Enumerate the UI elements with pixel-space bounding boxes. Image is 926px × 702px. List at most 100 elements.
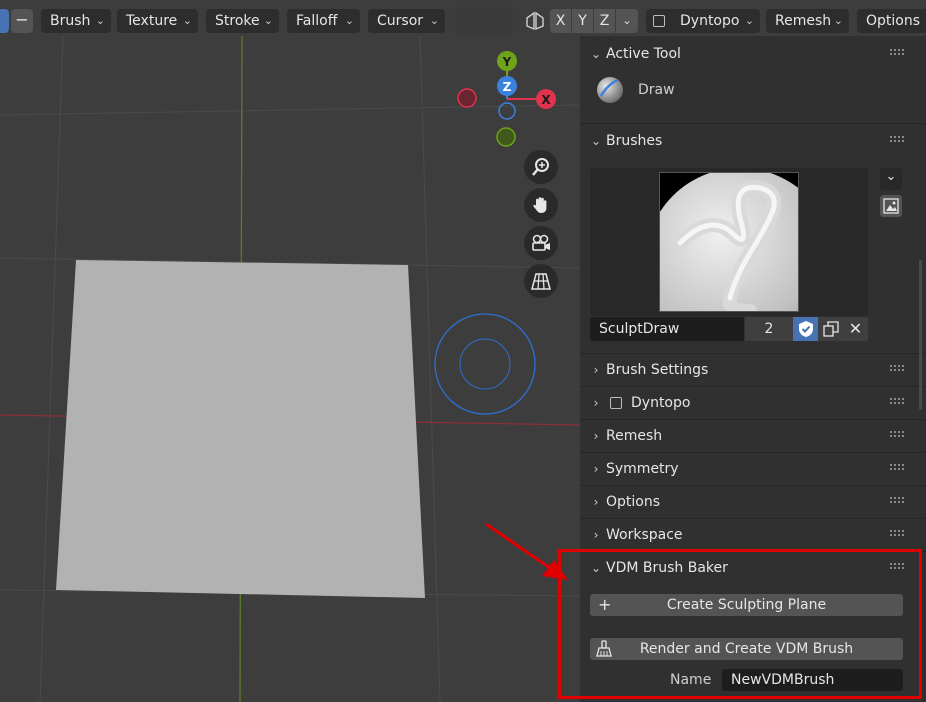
active-tool-panel-header[interactable]: ⌄ Active Tool bbox=[580, 38, 926, 71]
close-icon: ✕ bbox=[848, 319, 863, 338]
neg-x-axis-ball bbox=[457, 88, 477, 108]
brush-thumbnail[interactable] bbox=[645, 168, 835, 358]
camera-view-button[interactable] bbox=[524, 226, 558, 260]
options-panel-title: Options bbox=[606, 494, 661, 510]
brush-settings-title: Brush Settings bbox=[606, 362, 709, 378]
dyntopo-panel-checkbox[interactable] bbox=[610, 397, 622, 409]
drag-grip-icon[interactable] bbox=[890, 136, 906, 146]
duplicate-brush-button[interactable] bbox=[818, 317, 843, 341]
sidebar-scrollbar[interactable] bbox=[919, 260, 922, 410]
unlink-brush-button[interactable]: ✕ bbox=[843, 317, 868, 341]
perspective-toggle-button[interactable] bbox=[524, 264, 558, 298]
brush-thumbnail-image bbox=[645, 168, 835, 358]
render-create-vdm-brush-button[interactable]: Render and Create VDM Brush bbox=[590, 638, 903, 660]
drag-grip-icon[interactable] bbox=[890, 530, 906, 540]
create-sculpting-plane-button[interactable]: + Create Sculpting Plane bbox=[590, 594, 903, 616]
stroke-menu-label: Stroke bbox=[215, 13, 260, 29]
chevron-down-icon: ⌄ bbox=[885, 169, 897, 184]
symmetry-icon[interactable] bbox=[524, 10, 546, 32]
zoom-button[interactable] bbox=[524, 150, 558, 184]
brush-menu-label: Brush bbox=[50, 13, 91, 29]
drag-grip-icon[interactable] bbox=[890, 497, 906, 507]
brush-menu[interactable]: Brush ⌄ bbox=[41, 9, 111, 33]
stroke-menu[interactable]: Stroke ⌄ bbox=[206, 9, 279, 33]
cursor-menu-label: Cursor bbox=[377, 13, 424, 29]
symmetry-y-toggle[interactable]: Y bbox=[572, 9, 593, 33]
hand-icon bbox=[533, 197, 547, 213]
sculpting-plane bbox=[56, 260, 425, 598]
dyntopo-panel-title: Dyntopo bbox=[631, 395, 691, 411]
chevron-down-icon: ⌄ bbox=[590, 134, 602, 148]
mode-button-partial[interactable] bbox=[0, 9, 9, 33]
neg-y-axis-ball bbox=[496, 127, 516, 147]
symmetry-panel-header[interactable]: › Symmetry bbox=[580, 453, 926, 486]
create-sculpting-plane-label: Create Sculpting Plane bbox=[666, 597, 827, 613]
brush-settings-panel-header[interactable]: › Brush Settings bbox=[580, 354, 926, 387]
properties-sidebar: ⌄ Active Tool Draw ⌄ Brushes SculptDraw … bbox=[580, 36, 926, 702]
brushes-panel-header[interactable]: ⌄ Brushes bbox=[580, 125, 926, 158]
chevron-right-icon: › bbox=[593, 363, 599, 377]
brush-cursor-inner bbox=[459, 338, 511, 390]
draw-tool-icon[interactable] bbox=[596, 76, 624, 104]
neg-z-axis-ball bbox=[498, 102, 516, 120]
brush-specials-dropdown[interactable]: ⌄ bbox=[880, 168, 902, 190]
navigation-gizmo[interactable]: Y Z X bbox=[450, 48, 560, 148]
dyntopo-toggle[interactable]: Dyntopo ⌄ bbox=[646, 9, 760, 33]
chevron-right-icon: › bbox=[593, 396, 599, 410]
fake-user-button[interactable] bbox=[793, 317, 818, 341]
remesh-menu[interactable]: Remesh ⌄ bbox=[766, 9, 849, 33]
symmetry-dropdown[interactable]: ⌄ bbox=[616, 9, 638, 33]
dyntopo-panel-header[interactable]: › Dyntopo bbox=[580, 387, 926, 420]
texture-menu[interactable]: Texture ⌄ bbox=[117, 9, 198, 33]
falloff-menu-label: Falloff bbox=[296, 13, 338, 29]
options-menu[interactable]: Options bbox=[857, 9, 926, 33]
chevron-down-icon: ⌄ bbox=[182, 14, 192, 27]
3d-viewport[interactable]: Y Z X bbox=[0, 0, 580, 702]
drag-grip-icon[interactable] bbox=[890, 563, 906, 573]
workspace-panel-header[interactable]: › Workspace bbox=[580, 519, 926, 552]
chevron-down-icon: ⌄ bbox=[344, 14, 354, 27]
options-menu-label: Options bbox=[866, 13, 921, 29]
divider bbox=[580, 123, 926, 124]
pan-button[interactable] bbox=[524, 188, 558, 222]
zoom-icon bbox=[532, 158, 549, 176]
symmetry-z-toggle[interactable]: Z bbox=[594, 9, 615, 33]
brush-preview-area[interactable] bbox=[590, 168, 868, 358]
options-panel-header[interactable]: › Options bbox=[580, 486, 926, 519]
dyntopo-checkbox[interactable] bbox=[653, 15, 665, 27]
vdm-brush-name-field[interactable]: NewVDMBrush bbox=[722, 669, 903, 691]
brush-custom-icon-button[interactable] bbox=[880, 195, 902, 217]
brush-name-field[interactable]: SculptDraw bbox=[590, 317, 744, 341]
drag-grip-icon[interactable] bbox=[890, 431, 906, 441]
chevron-down-icon: ⌄ bbox=[95, 14, 105, 27]
chevron-down-icon: ⌄ bbox=[744, 14, 754, 27]
brush-user-count[interactable]: 2 bbox=[745, 317, 793, 341]
z-axis-label: Z bbox=[503, 80, 512, 94]
chevron-down-icon: ⌄ bbox=[590, 561, 602, 575]
drag-grip-icon[interactable] bbox=[890, 365, 906, 375]
remesh-menu-label: Remesh bbox=[775, 13, 832, 29]
chevron-right-icon: › bbox=[593, 528, 599, 542]
active-tool-title: Active Tool bbox=[606, 46, 681, 62]
cursor-menu[interactable]: Cursor ⌄ bbox=[368, 9, 445, 33]
chevron-right-icon: › bbox=[593, 462, 599, 476]
chevron-down-icon: ⌄ bbox=[833, 14, 843, 27]
drag-grip-icon[interactable] bbox=[890, 398, 906, 408]
drag-grip-icon[interactable] bbox=[890, 464, 906, 474]
grid-perspective-icon bbox=[531, 273, 551, 290]
symmetry-x-toggle[interactable]: X bbox=[550, 9, 571, 33]
render-create-vdm-brush-label: Render and Create VDM Brush bbox=[639, 641, 854, 657]
active-tool-name: Draw bbox=[638, 82, 675, 98]
camera-icon bbox=[532, 234, 550, 251]
chevron-right-icon: › bbox=[593, 495, 599, 509]
brushes-title: Brushes bbox=[606, 133, 663, 149]
falloff-menu[interactable]: Falloff ⌄ bbox=[287, 9, 360, 33]
dyntopo-label: Dyntopo bbox=[680, 13, 740, 29]
plus-icon: + bbox=[598, 595, 612, 614]
workspace-panel-title: Workspace bbox=[606, 527, 683, 543]
subtract-button[interactable]: − bbox=[11, 9, 33, 33]
vdm-brush-baker-panel-header[interactable]: ⌄ VDM Brush Baker bbox=[580, 552, 926, 585]
remesh-panel-header[interactable]: › Remesh bbox=[580, 420, 926, 453]
drag-grip-icon[interactable] bbox=[890, 49, 906, 59]
duplicate-icon bbox=[822, 321, 839, 337]
